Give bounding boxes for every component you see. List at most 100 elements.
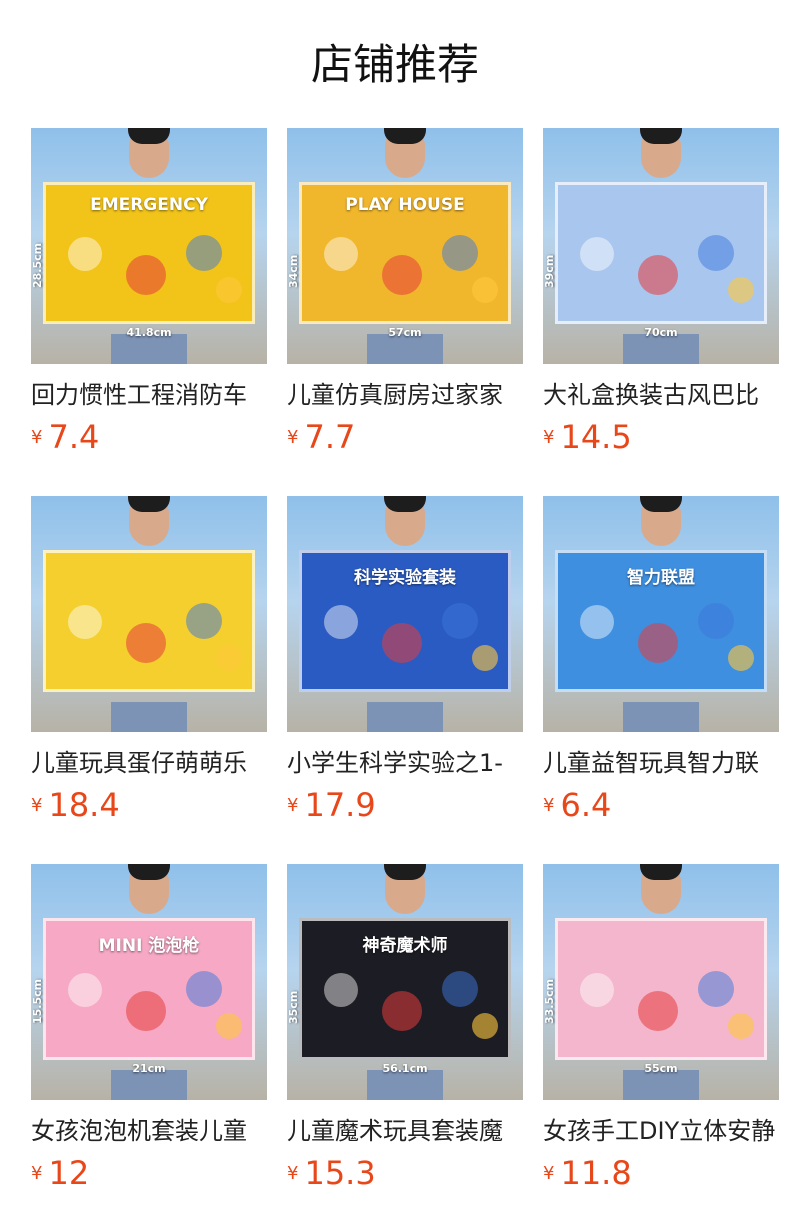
box-decoration	[324, 237, 358, 271]
box-label: 神奇魔术师	[362, 936, 448, 956]
box-decoration	[68, 237, 102, 271]
product-price: ¥15.3	[287, 1154, 376, 1194]
product-image[interactable]: 智力联盟	[543, 496, 779, 732]
box-decoration	[324, 605, 358, 639]
box-decoration	[638, 991, 678, 1031]
toy-box: 神奇魔术师	[299, 918, 511, 1060]
product-price: ¥18.4	[31, 786, 120, 826]
product-card[interactable]: 科学实验套装 小学生科学实验之1- ¥17.9	[287, 496, 523, 824]
price-value: 18.4	[48, 786, 120, 824]
product-image[interactable]: 神奇魔术师 56.1cm 35cm	[287, 864, 523, 1100]
box-decoration	[126, 623, 166, 663]
model-legs	[111, 702, 187, 732]
height-dimension-label: 28.5cm	[31, 242, 44, 288]
product-name[interactable]: 儿童魔术玩具套装魔	[287, 1114, 523, 1148]
product-image[interactable]: 科学实验套装	[287, 496, 523, 732]
currency-symbol: ¥	[287, 794, 299, 816]
height-dimension-label: 34cm	[287, 254, 300, 288]
currency-symbol: ¥	[543, 1162, 555, 1184]
product-name[interactable]: 女孩手工DIY立体安静	[543, 1114, 779, 1148]
currency-symbol: ¥	[287, 1162, 299, 1184]
price-value: 15.3	[304, 1154, 376, 1192]
product-card[interactable]: MINI 泡泡枪 21cm 15.5cm 女孩泡泡机套装儿童 ¥12	[31, 864, 267, 1192]
product-name[interactable]: 回力惯性工程消防车	[31, 378, 267, 412]
model-hair	[384, 496, 426, 512]
product-name[interactable]: 儿童仿真厨房过家家	[287, 378, 523, 412]
height-dimension-label: 39cm	[543, 254, 556, 288]
product-name[interactable]: 小学生科学实验之1-	[287, 746, 523, 780]
model-hair	[128, 496, 170, 512]
toy-box: 智力联盟	[555, 550, 767, 692]
product-card[interactable]: 神奇魔术师 56.1cm 35cm 儿童魔术玩具套装魔 ¥15.3	[287, 864, 523, 1192]
box-decoration	[638, 623, 678, 663]
box-decoration	[728, 645, 754, 671]
product-name[interactable]: 大礼盒换装古风巴比	[543, 378, 779, 412]
toy-box	[555, 918, 767, 1060]
box-decoration	[382, 991, 422, 1031]
toy-box: EMERGENCY	[43, 182, 255, 324]
box-decoration	[638, 255, 678, 295]
currency-symbol: ¥	[31, 1162, 43, 1184]
product-name[interactable]: 儿童益智玩具智力联	[543, 746, 779, 780]
toy-box: 科学实验套装	[299, 550, 511, 692]
box-decoration	[472, 1013, 498, 1039]
box-decoration	[68, 605, 102, 639]
box-decoration	[126, 255, 166, 295]
currency-symbol: ¥	[543, 794, 555, 816]
product-image[interactable]: MINI 泡泡枪 21cm 15.5cm	[31, 864, 267, 1100]
page-title: 店铺推荐	[310, 40, 479, 89]
price-value: 6.4	[560, 786, 612, 824]
box-decoration	[698, 235, 734, 271]
product-price: ¥14.5	[543, 418, 632, 458]
price-value: 7.4	[48, 418, 100, 456]
model-legs	[623, 702, 699, 732]
product-image[interactable]: 70cm 39cm	[543, 128, 779, 364]
box-label: PLAY HOUSE	[345, 195, 465, 215]
width-dimension-label: 70cm	[644, 326, 678, 339]
product-name[interactable]: 女孩泡泡机套装儿童	[31, 1114, 267, 1148]
model-legs	[367, 702, 443, 732]
product-image[interactable]	[31, 496, 267, 732]
box-decoration	[728, 277, 754, 303]
box-decoration	[472, 277, 498, 303]
width-dimension-label: 55cm	[644, 1062, 678, 1075]
box-decoration	[580, 973, 614, 1007]
model-hair	[384, 128, 426, 144]
box-decoration	[324, 973, 358, 1007]
width-dimension-label: 41.8cm	[126, 326, 172, 339]
width-dimension-label: 57cm	[388, 326, 422, 339]
model-hair	[640, 864, 682, 880]
height-dimension-label: 35cm	[287, 990, 300, 1024]
product-card[interactable]: EMERGENCY 41.8cm 28.5cm 回力惯性工程消防车 ¥7.4	[31, 128, 267, 456]
box-decoration	[580, 237, 614, 271]
product-image[interactable]: EMERGENCY 41.8cm 28.5cm	[31, 128, 267, 364]
box-label: MINI 泡泡枪	[98, 936, 200, 956]
product-card[interactable]: 70cm 39cm 大礼盒换装古风巴比 ¥14.5	[543, 128, 779, 456]
product-price: ¥12	[31, 1154, 89, 1194]
product-price: ¥7.4	[31, 418, 99, 458]
width-dimension-label: 21cm	[132, 1062, 166, 1075]
product-name[interactable]: 儿童玩具蛋仔萌萌乐	[31, 746, 267, 780]
height-dimension-label: 33.5cm	[543, 978, 556, 1024]
product-card[interactable]: PLAY HOUSE 57cm 34cm 儿童仿真厨房过家家 ¥7.7	[287, 128, 523, 456]
price-value: 7.7	[304, 418, 356, 456]
product-image[interactable]: 55cm 33.5cm	[543, 864, 779, 1100]
model-hair	[640, 496, 682, 512]
toy-box	[43, 550, 255, 692]
box-decoration	[580, 605, 614, 639]
box-decoration	[186, 971, 222, 1007]
box-decoration	[216, 277, 242, 303]
box-decoration	[382, 255, 422, 295]
model-hair	[640, 128, 682, 144]
box-label: 智力联盟	[627, 568, 695, 588]
product-image[interactable]: PLAY HOUSE 57cm 34cm	[287, 128, 523, 364]
product-card[interactable]: 55cm 33.5cm 女孩手工DIY立体安静 ¥11.8	[543, 864, 779, 1192]
product-card[interactable]: 儿童玩具蛋仔萌萌乐 ¥18.4	[31, 496, 267, 824]
price-value: 12	[48, 1154, 90, 1192]
product-price: ¥7.7	[287, 418, 355, 458]
currency-symbol: ¥	[287, 426, 299, 448]
box-decoration	[216, 1013, 242, 1039]
toy-box: PLAY HOUSE	[299, 182, 511, 324]
product-price: ¥11.8	[543, 1154, 632, 1194]
product-card[interactable]: 智力联盟儿童益智玩具智力联 ¥6.4	[543, 496, 779, 824]
